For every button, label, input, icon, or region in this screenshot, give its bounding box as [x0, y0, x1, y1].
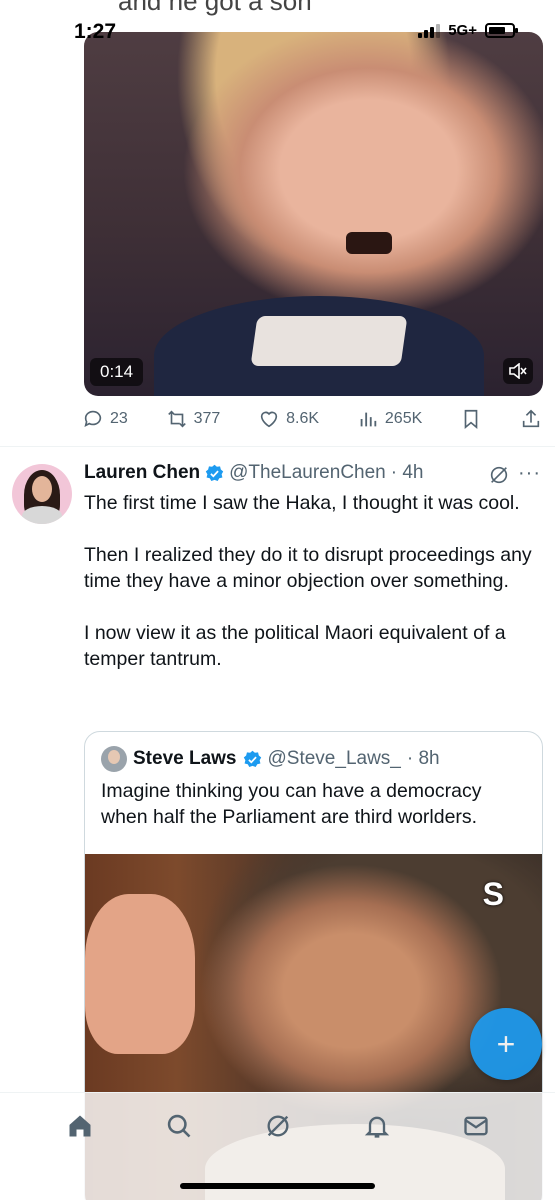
compose-button[interactable]: +: [470, 1008, 542, 1080]
home-icon[interactable]: [65, 1111, 95, 1141]
repost-button[interactable]: 377: [166, 408, 221, 430]
quote-author-handle: @Steve_Laws_: [267, 748, 401, 769]
view-count: 265K: [384, 410, 423, 427]
tweet-paragraph: The first time I saw the Haka, I thought…: [84, 492, 520, 514]
signal-icon: [418, 23, 441, 38]
heart-icon: [260, 411, 278, 428]
quote-header: Steve Laws @Steve_Laws_ · 8h: [101, 746, 440, 772]
more-options-icon[interactable]: ···: [518, 462, 541, 485]
bookmark-icon: [464, 409, 478, 430]
avatar[interactable]: [12, 464, 72, 524]
home-indicator: [180, 1183, 375, 1189]
messages-icon[interactable]: [461, 1111, 491, 1141]
bottom-nav: [0, 1092, 555, 1200]
notifications-icon[interactable]: [362, 1111, 392, 1141]
author-name[interactable]: Lauren Chen: [84, 462, 200, 484]
avatar-face: [32, 476, 52, 502]
tweet-header: Lauren Chen @TheLaurenChen · 4h: [84, 462, 424, 484]
battery-icon: [485, 23, 518, 38]
status-time: 1:27: [74, 20, 117, 43]
share-icon: [522, 409, 540, 428]
search-icon[interactable]: [164, 1111, 194, 1141]
verified-badge-icon: [205, 464, 224, 481]
tweet-paragraph: Then I realized they do it to disrupt pr…: [84, 544, 532, 592]
grok-icon[interactable]: [488, 464, 510, 486]
author-handle[interactable]: @TheLaurenChen: [229, 462, 386, 484]
avatar-body: [22, 506, 62, 524]
tweet-text: The first time I saw the Haka, I thought…: [84, 490, 544, 698]
verified-badge-icon: [243, 750, 261, 767]
network-label: 5G+: [448, 22, 477, 39]
image-watermark: S: [482, 876, 504, 912]
grok-icon[interactable]: [263, 1111, 293, 1141]
video-content-detail: [346, 232, 392, 254]
status-indicators: 5G+: [418, 22, 518, 39]
views-icon: [360, 412, 377, 427]
quote-avatar[interactable]: [101, 746, 127, 772]
quote-image-hand: [85, 894, 195, 1054]
like-count: 8.6K: [286, 410, 320, 427]
repost-count: 377: [193, 410, 221, 427]
like-button[interactable]: 8.6K: [258, 408, 319, 430]
speaker-muted-icon: [509, 363, 527, 379]
status-bar: 1:27 5G+: [0, 0, 555, 48]
tweet-video[interactable]: 0:14: [84, 32, 543, 396]
tweet-time: · 4h: [390, 462, 424, 483]
quote-author-name: Steve Laws: [133, 748, 237, 769]
repost-icon: [167, 410, 186, 428]
quote-text: Imagine thinking you can have a democrac…: [101, 780, 482, 828]
reply-count: 23: [110, 410, 128, 427]
mute-button[interactable]: [503, 358, 533, 384]
divider: [0, 446, 555, 447]
reply-button[interactable]: 23: [82, 408, 128, 430]
views-button[interactable]: 265K: [357, 408, 422, 430]
tweet-actions: 23 377 8.6K 265K: [82, 404, 542, 434]
share-button[interactable]: [520, 408, 542, 430]
bookmark-button[interactable]: [460, 408, 482, 430]
video-content-collar: [250, 316, 408, 366]
video-duration: 0:14: [90, 358, 144, 386]
quote-time: · 8h: [406, 748, 440, 769]
tweet-paragraph: I now view it as the political Maori equ…: [84, 622, 506, 670]
reply-icon: [84, 410, 102, 427]
